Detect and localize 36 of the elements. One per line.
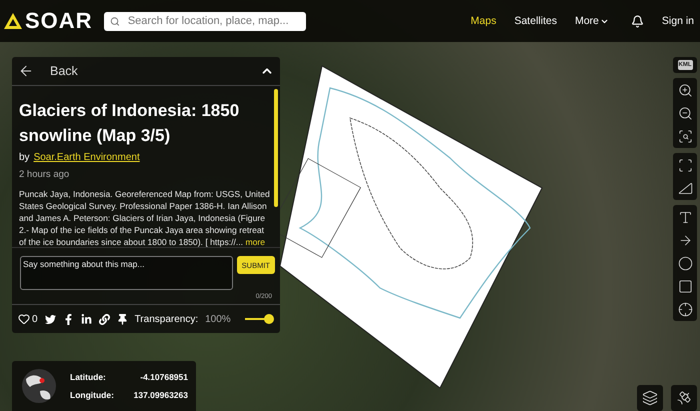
map-description: Puncak Jaya, Indonesia. Georeferenced Map from: USGS, United States Geological Survey. Professional Paper 1386-H. Ian Allison and James A. Peterson: Glaciers of Irian Jaya, Indonesia (Figure 2.- Map of the ice fields of the Puncak Jaya area showing retreat of the ice boundaries since about 1800 to 1850). [ https://... more [19,188,270,247]
post-time: 2 hours ago [19,169,70,180]
more-link[interactable]: more [245,237,266,247]
twitter-icon[interactable] [44,314,56,324]
target-icon[interactable] [676,300,694,318]
slider-thumb[interactable] [264,314,274,324]
transparency-label: Transparency: [134,314,198,324]
circle-tool-icon[interactable] [676,254,694,272]
nav-link[interactable]: More [574,15,609,27]
pin-icon[interactable] [116,314,128,324]
linkedin-icon[interactable] [80,314,92,324]
logo-icon [4,13,22,29]
comment-field[interactable]: Say something about this map... [20,256,233,290]
coordinate-label: Latitude: [70,372,107,382]
nav-link[interactable]: Maps [470,15,496,27]
coordinate-value: -4.10768951 [139,372,188,382]
layers-icon[interactable] [637,385,663,411]
logo-text: SOAR [25,8,93,34]
author-link[interactable]: Soar.Earth Environment [34,152,140,163]
sign-in-link[interactable]: Sign in [662,15,694,27]
satellite-icon[interactable] [671,385,697,411]
scrollbar[interactable] [274,89,278,207]
transparency-reading: 100% [205,314,231,324]
nav-link[interactable]: Satellites [514,15,557,27]
coordinate-label: Longitude: [70,390,115,400]
search-field[interactable]: Search for location, place, map... [104,12,306,30]
globe-icon [20,367,58,405]
map-title: Glaciers of Indonesia: 1850 snowline (Map 3/5) [19,100,240,147]
by-label: by [19,152,30,163]
link-icon[interactable] [98,314,110,324]
coordinate-value: 137.09963263 [132,390,188,400]
back-button[interactable]: Back [18,63,78,79]
like-button[interactable]: 0 [18,313,38,325]
facebook-icon[interactable] [62,314,74,324]
bell-icon[interactable] [630,14,644,28]
search-icon [110,16,120,26]
